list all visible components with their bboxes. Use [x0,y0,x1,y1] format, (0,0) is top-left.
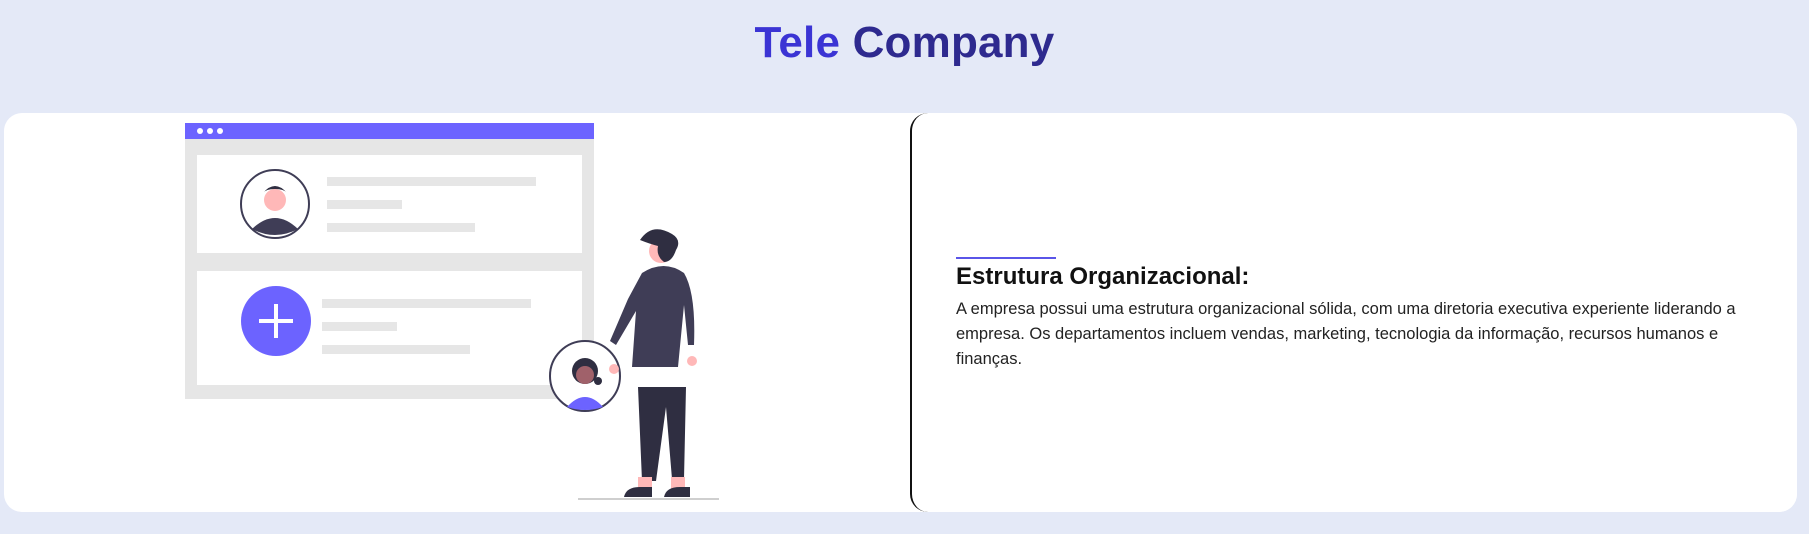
plus-icon [241,286,311,356]
brand-word-1: Tele [754,18,841,67]
headset-support-avatar-icon [549,340,621,412]
person-avatar-icon [240,169,310,239]
placeholder-line [322,345,470,354]
placeholder-line [327,200,402,209]
section-title: Estrutura Organizacional: [956,263,1250,290]
content-card: Estrutura Organizacional: A empresa poss… [4,113,1797,512]
window-dot-icon [217,128,223,134]
placeholder-line [322,322,397,331]
window-dot-icon [207,128,213,134]
placeholder-line [322,299,531,308]
placeholder-line [327,223,475,232]
title-accent-line [956,257,1056,259]
brand-word-2: Company [852,18,1055,67]
section-body: A empresa possui uma estrutura organizac… [956,300,1736,368]
window-dot-icon [197,128,203,134]
browser-title-bar [185,123,594,139]
brand-title: Tele Company [0,18,1809,68]
browser-window-illustration [185,123,719,500]
placeholder-line [327,177,536,186]
organizational-structure-section: Estrutura Organizacional: A empresa poss… [956,257,1756,372]
